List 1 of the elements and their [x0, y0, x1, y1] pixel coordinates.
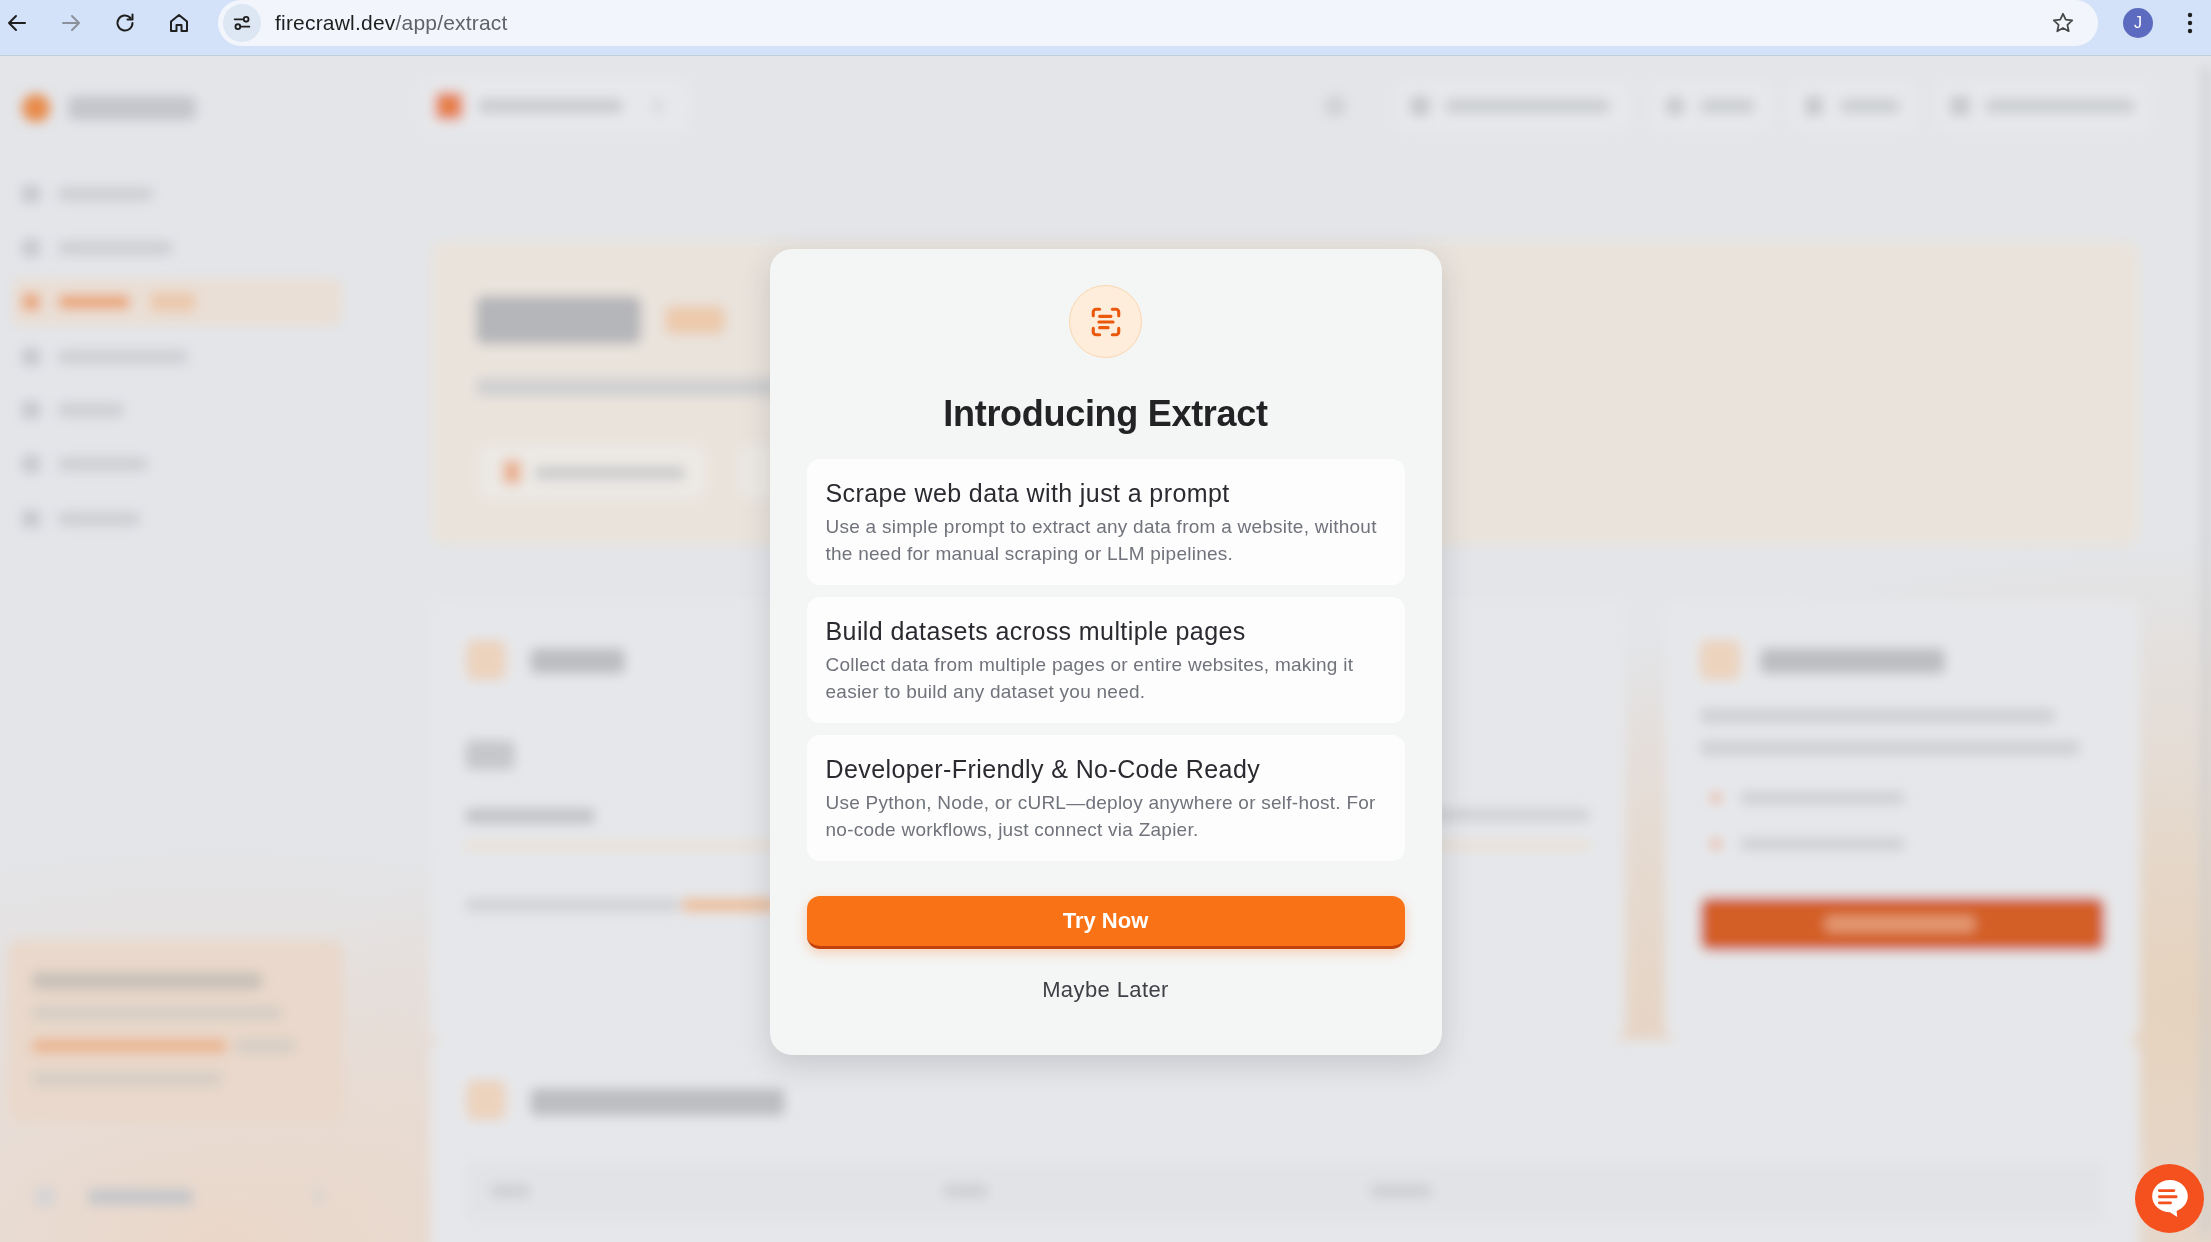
url-text: firecrawl.dev/app/extract — [275, 10, 508, 35]
